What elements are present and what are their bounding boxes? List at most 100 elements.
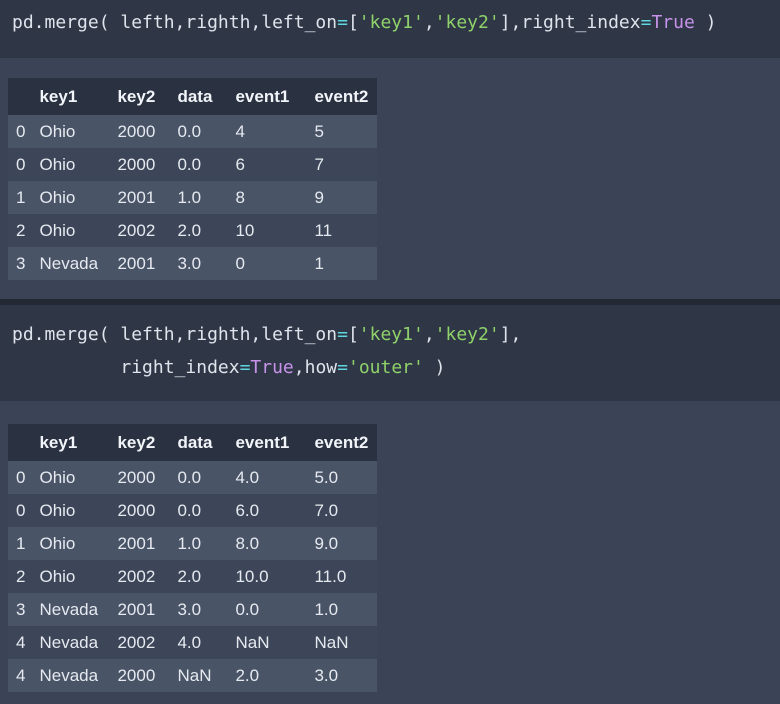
code-line: pd.merge( lefth,righth,left_on=['key1','… <box>12 6 780 39</box>
cell-key1: Ohio <box>31 461 110 494</box>
cell-event2: NaN <box>306 626 378 659</box>
column-header-event2: event2 <box>306 78 378 115</box>
cell-data: 0.0 <box>169 115 228 148</box>
cell-data: 1.0 <box>169 527 228 560</box>
cell-event2: 7.0 <box>306 494 378 527</box>
column-header-data: data <box>169 424 228 461</box>
cell-event1: 10.0 <box>227 560 307 593</box>
cell-event1: 6.0 <box>227 494 307 527</box>
table-header-row: key1 key2 data event1 event2 <box>8 78 378 115</box>
cell-event1: 0.0 <box>227 593 307 626</box>
cell-event1: 6 <box>227 148 307 181</box>
code-token: , <box>423 12 435 33</box>
code-token: ], <box>499 324 522 345</box>
output-table-2: key1 key2 data event1 event2 0 Ohio 2000 0.0 4.0… <box>8 424 378 692</box>
code-token: , <box>423 324 435 345</box>
column-header-event1: event1 <box>227 78 307 115</box>
column-header-data: data <box>169 78 228 115</box>
column-header-event1: event1 <box>227 424 307 461</box>
row-index: 2 <box>8 560 32 593</box>
cell-event2: 3.0 <box>306 659 378 692</box>
code-token: pd.merge( lefth,righth,left_on <box>12 12 338 33</box>
cell-event2: 9.0 <box>306 527 378 560</box>
cell-key1: Nevada <box>31 247 110 280</box>
row-index: 4 <box>8 626 32 659</box>
row-index: 1 <box>8 527 32 560</box>
table-header-row: key1 key2 data event1 event2 <box>8 424 378 461</box>
column-header-key2: key2 <box>109 78 170 115</box>
code-cell-1[interactable]: pd.merge( lefth,righth,left_on=['key1','… <box>0 0 780 58</box>
cell-key2: 2000 <box>109 494 170 527</box>
cell-key1: Ohio <box>31 148 110 181</box>
code-editor-2[interactable]: pd.merge( lefth,righth,left_on = ['key1', '… <box>12 318 780 384</box>
cell-data: 3.0 <box>169 247 228 280</box>
code-token: [ <box>347 324 359 345</box>
table-row: 3 Nevada 2001 3.0 0.0 1.0 <box>8 593 378 626</box>
code-token: 'key2' <box>434 12 500 33</box>
cell-key1: Nevada <box>31 659 110 692</box>
code-cell-2[interactable]: pd.merge( lefth,righth,left_on = ['key1', '… <box>0 305 780 401</box>
code-line: right_index=True,how='outer' ) <box>12 351 780 384</box>
row-index: 2 <box>8 214 32 247</box>
cell-event2: 11 <box>306 214 378 247</box>
code-token: ,how <box>293 357 338 378</box>
cell-data: NaN <box>169 659 228 692</box>
table-row: 3 Nevada 2001 3.0 0 1 <box>8 247 378 280</box>
column-header-index <box>8 78 32 115</box>
row-index: 3 <box>8 593 32 626</box>
code-token: [ <box>347 12 359 33</box>
code-token: True <box>250 357 294 378</box>
cell-data: 1.0 <box>169 181 228 214</box>
cell-data: 0.0 <box>169 148 228 181</box>
cell-event2: 7 <box>306 148 378 181</box>
code-token: True <box>651 12 695 33</box>
code-token: 'key1' <box>358 12 424 33</box>
code-token: right_index <box>12 357 240 378</box>
cell-key2: 2001 <box>109 593 170 626</box>
code-editor-1[interactable]: pd.merge( lefth,righth,left_on=['key1','… <box>12 6 780 39</box>
code-token: = <box>239 357 251 378</box>
cell-event2: 5 <box>306 115 378 148</box>
code-token: pd.merge( lefth,righth,left_on <box>12 324 338 345</box>
table-row: 2 Ohio 2002 2.0 10.0 11.0 <box>8 560 378 593</box>
cell-key1: Ohio <box>31 115 110 148</box>
cell-key2: 2001 <box>109 247 170 280</box>
cell-event2: 9 <box>306 181 378 214</box>
column-header-index <box>8 424 32 461</box>
code-token: ) <box>694 12 717 33</box>
cell-key2: 2000 <box>109 461 170 494</box>
cell-key2: 2002 <box>109 626 170 659</box>
cell-event2: 11.0 <box>306 560 378 593</box>
row-index: 3 <box>8 247 32 280</box>
table-row: 0 Ohio 2000 0.0 6 7 <box>8 148 378 181</box>
column-header-key1: key1 <box>31 78 110 115</box>
cell-key1: Ohio <box>31 181 110 214</box>
cell-event1: 4 <box>227 115 307 148</box>
cell-data: 2.0 <box>169 214 228 247</box>
cell-key2: 2000 <box>109 115 170 148</box>
code-token: ) <box>423 357 446 378</box>
column-header-key2: key2 <box>109 424 170 461</box>
code-line: pd.merge( lefth,righth,left_on=['key1','… <box>12 318 780 351</box>
cell-data: 0.0 <box>169 461 228 494</box>
table-row: 4 Nevada 2000 NaN 2.0 3.0 <box>8 659 378 692</box>
cell-data: 3.0 <box>169 593 228 626</box>
column-header-event2: event2 <box>306 424 378 461</box>
table-row: 4 Nevada 2002 4.0 NaN NaN <box>8 626 378 659</box>
cell-key2: 2001 <box>109 527 170 560</box>
cell-key2: 2000 <box>109 148 170 181</box>
row-index: 4 <box>8 659 32 692</box>
cell-key2: 2002 <box>109 560 170 593</box>
cell-event2: 1.0 <box>306 593 378 626</box>
cell-key1: Ohio <box>31 214 110 247</box>
output-table-1: key1 key2 data event1 event2 0 Ohio 2000 0.0 4 5 0… <box>8 78 378 280</box>
code-token: 'key1' <box>358 324 424 345</box>
code-token: = <box>337 357 348 378</box>
row-index: 0 <box>8 115 32 148</box>
code-token: 'outer' <box>347 357 424 378</box>
cell-event1: 2.0 <box>227 659 307 692</box>
table-row: 0 Ohio 2000 0.0 6.0 7.0 <box>8 494 378 527</box>
row-index: 0 <box>8 461 32 494</box>
row-index: 0 <box>8 494 32 527</box>
cell-event1: NaN <box>227 626 307 659</box>
